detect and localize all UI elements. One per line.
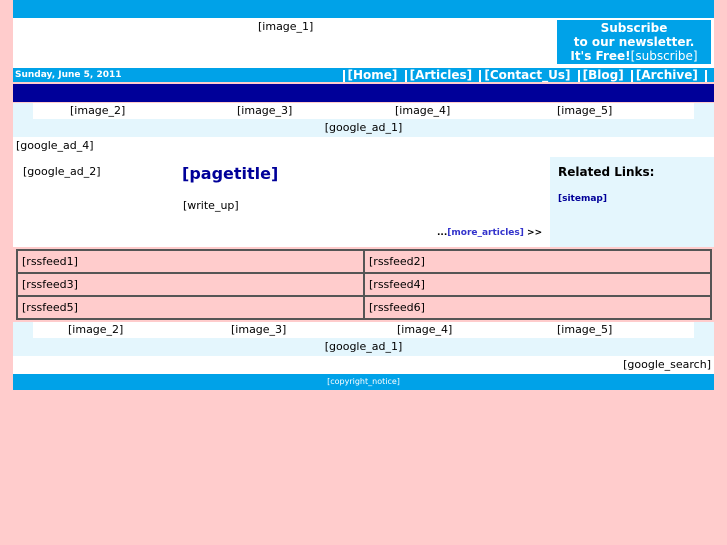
subscribe-line1: Subscribe — [600, 21, 668, 35]
more-articles: ...[more_articles] >> — [437, 228, 543, 238]
nav-home-link[interactable]: [Home] — [348, 68, 398, 82]
sitemap-link[interactable]: [sitemap] — [558, 194, 607, 204]
nav-archive-link[interactable]: [Archive] — [636, 68, 698, 82]
subscribe-line2: to our newsletter. — [573, 35, 695, 49]
table-row: [rssfeed3] [rssfeed4] — [16, 272, 712, 297]
rss-feed-cell: [rssfeed2] — [363, 249, 712, 274]
google-ad-1: [google_ad_1] — [13, 119, 714, 137]
copyright-notice: [copyright_notice] — [13, 374, 714, 390]
image-1-placeholder: [image_1] — [258, 20, 314, 33]
rss-feed-cell: [rssfeed4] — [363, 272, 712, 297]
nav-bar: Sunday, June 5, 2011 [Home] [Articles] [… — [13, 66, 714, 82]
image-5-placeholder: [image_5] — [557, 323, 613, 336]
image-row-top: [image_2] [image_3] [image_4] [image_5] — [13, 103, 714, 119]
rss-feed-cell: [rssfeed5] — [16, 295, 365, 320]
write-up: [write_up] — [183, 199, 239, 212]
header: [image_1] Subscribe to our newsletter. I… — [13, 18, 714, 66]
google-ad-4: [google_ad_4] — [13, 137, 714, 157]
image-4-placeholder: [image_4] — [397, 323, 453, 336]
table-row: [rssfeed1] [rssfeed2] — [16, 249, 712, 274]
image-3-placeholder: [image_3] — [237, 104, 293, 117]
nav-articles-link[interactable]: [Articles] — [410, 68, 473, 82]
google-ad-1-bottom: [google_ad_1] — [13, 338, 714, 356]
related-links-panel: Related Links: [sitemap] — [550, 157, 714, 247]
nav-links: [Home] [Articles] [Contact_Us] [Blog] [A… — [340, 68, 710, 82]
main-content: [google_ad_2] [pagetitle] [write_up] ...… — [13, 157, 714, 247]
rss-feed-cell: [rssfeed1] — [16, 249, 365, 274]
related-links-heading: Related Links: — [558, 165, 655, 179]
image-4-placeholder: [image_4] — [395, 104, 451, 117]
subscribe-box: Subscribe to our newsletter. It's Free![… — [557, 20, 711, 64]
rss-feeds-table: [rssfeed1] [rssfeed2] [rssfeed3] [rssfee… — [16, 249, 712, 320]
current-date: Sunday, June 5, 2011 — [15, 70, 122, 80]
subscribe-line3: It's Free! — [570, 49, 631, 63]
image-row-bottom: [image_2] [image_3] [image_4] [image_5] — [13, 322, 714, 338]
subscribe-link[interactable]: [subscribe] — [631, 49, 698, 63]
image-5-placeholder: [image_5] — [557, 104, 613, 117]
rss-feed-cell: [rssfeed3] — [16, 272, 365, 297]
nav-contact-link[interactable]: [Contact_Us] — [484, 68, 570, 82]
google-search[interactable]: [google_search] — [13, 356, 714, 374]
page-title: [pagetitle] — [182, 164, 279, 183]
image-2-placeholder: [image_2] — [70, 104, 126, 117]
top-bar — [13, 0, 714, 18]
google-ad-2: [google_ad_2] — [23, 165, 101, 178]
table-row: [rssfeed5] [rssfeed6] — [16, 295, 712, 320]
dark-banner — [13, 84, 714, 102]
more-articles-link[interactable]: [more_articles] — [447, 228, 524, 238]
nav-blog-link[interactable]: [Blog] — [583, 68, 624, 82]
image-3-placeholder: [image_3] — [231, 323, 287, 336]
rss-feed-cell: [rssfeed6] — [363, 295, 712, 320]
image-2-placeholder: [image_2] — [68, 323, 124, 336]
page: [image_1] Subscribe to our newsletter. I… — [13, 0, 714, 390]
